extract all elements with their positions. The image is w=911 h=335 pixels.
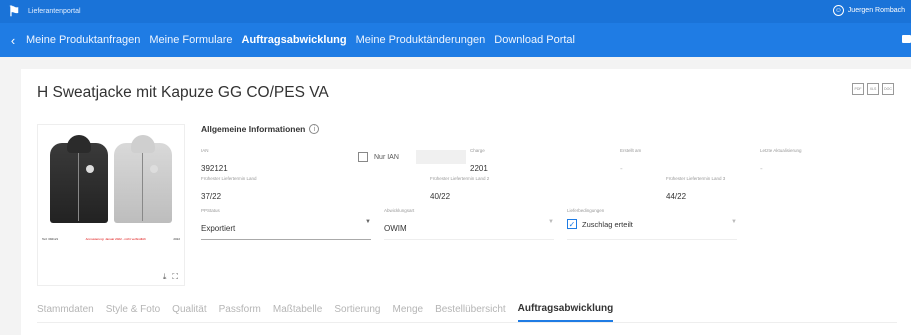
document-icons: PDF XLS DOC bbox=[852, 83, 894, 95]
erstellt-field: Erstellt am - bbox=[620, 148, 642, 173]
nav-tab-produktanfragen[interactable]: Meine Produktanfragen bbox=[26, 34, 140, 46]
download-icon[interactable]: ⤓ bbox=[163, 272, 167, 282]
abwicklungsart-select[interactable]: Abwicklungsart OWIM ▼ bbox=[384, 208, 554, 240]
tab-passform[interactable]: Passform bbox=[219, 304, 261, 321]
ian-field: IAN 392121 bbox=[201, 148, 228, 173]
tab-stammdaten[interactable]: Stammdaten bbox=[37, 304, 94, 321]
tab-masstabelle[interactable]: Maßtabelle bbox=[273, 304, 322, 321]
app-logo-icon[interactable]: ⚑ bbox=[0, 3, 28, 20]
liefertermin-land-field: Frühester Liefertermin Land 37/22 bbox=[201, 176, 257, 201]
tab-bestelluebersicht[interactable]: Bestellübersicht bbox=[435, 304, 506, 321]
nav-tab-download-portal[interactable]: Download Portal bbox=[494, 34, 575, 46]
user-menu[interactable]: ☺ Juergen Rombach bbox=[832, 5, 905, 16]
user-name: Juergen Rombach bbox=[847, 7, 905, 14]
zuschlag-checkbox[interactable]: ✓ Zuschlag erteilt bbox=[567, 219, 633, 229]
aktualisierung-field: Letzte Aktualisierung - bbox=[760, 148, 802, 173]
page-title: H Sweatjacke mit Kapuze GG CO/PES VA bbox=[37, 84, 329, 101]
app-title: Lieferantenportal bbox=[28, 8, 81, 15]
tab-menge[interactable]: Menge bbox=[392, 304, 423, 321]
tab-auftragsabwicklung[interactable]: Auftragsabwicklung bbox=[517, 303, 614, 322]
charge-field: Charge 2201 bbox=[470, 148, 488, 173]
image-actions: ⤓ ⛶ bbox=[163, 272, 178, 282]
info-icon[interactable]: i bbox=[309, 124, 320, 134]
section-title: Allgemeine Informationen i bbox=[201, 124, 320, 134]
ppstatus-select[interactable]: PPStatus Exportiert ▼ bbox=[201, 208, 371, 240]
liefertermin-land2-field: Frühester Liefertermin Land 2 40/22 bbox=[430, 176, 490, 201]
general-info: Allgemeine Informationen i IAN 392121 Nu… bbox=[201, 124, 901, 244]
caret-down-icon: ▼ bbox=[365, 219, 371, 225]
caret-down-icon: ▼ bbox=[548, 219, 554, 225]
chevron-left-icon[interactable]: ‹ bbox=[0, 33, 26, 48]
main-nav: ‹ Meine Produktanfragen Meine Formulare … bbox=[0, 23, 911, 57]
xls-icon[interactable]: XLS bbox=[867, 83, 879, 95]
product-image: Teil: 392121 Anmusterung: Januar 2022 - … bbox=[37, 124, 185, 286]
check-icon[interactable]: ✓ bbox=[567, 219, 577, 229]
nav-tab-auftragsabwicklung[interactable]: Auftragsabwicklung bbox=[242, 34, 347, 46]
nav-tab-formulare[interactable]: Meine Formulare bbox=[149, 34, 232, 46]
liefertermin-land3-field: Frühester Liefertermin Land 3 44/22 bbox=[666, 176, 726, 201]
tab-qualitaet[interactable]: Qualität bbox=[172, 304, 206, 321]
user-circle-icon: ☺ bbox=[832, 5, 844, 16]
product-card: H Sweatjacke mit Kapuze GG CO/PES VA PDF… bbox=[21, 69, 911, 335]
tab-sortierung[interactable]: Sortierung bbox=[334, 304, 380, 321]
nav-tab-produktaenderungen[interactable]: Meine Produktänderungen bbox=[356, 34, 486, 46]
dark-jacket-image bbox=[50, 135, 108, 223]
tab-style-foto[interactable]: Style & Foto bbox=[106, 304, 160, 321]
detail-tabs: Stammdaten Style & Foto Qualität Passfor… bbox=[37, 297, 897, 323]
caret-down-icon: ▼ bbox=[731, 219, 737, 225]
light-jacket-image bbox=[114, 135, 172, 223]
fullscreen-icon[interactable]: ⛶ bbox=[172, 272, 178, 282]
nur-ian-checkbox[interactable]: Nur IAN bbox=[358, 152, 399, 162]
mail-icon[interactable] bbox=[902, 35, 911, 43]
ian-search-input[interactable] bbox=[416, 150, 466, 164]
pdf-icon[interactable]: PDF bbox=[852, 83, 864, 95]
checkbox-icon[interactable] bbox=[358, 152, 368, 162]
doc-icon[interactable]: DOC bbox=[882, 83, 894, 95]
top-bar: ⚑ Lieferantenportal ☺ Juergen Rombach bbox=[0, 0, 911, 23]
image-caption: Teil: 392121 Anmusterung: Januar 2022 - … bbox=[42, 237, 180, 241]
